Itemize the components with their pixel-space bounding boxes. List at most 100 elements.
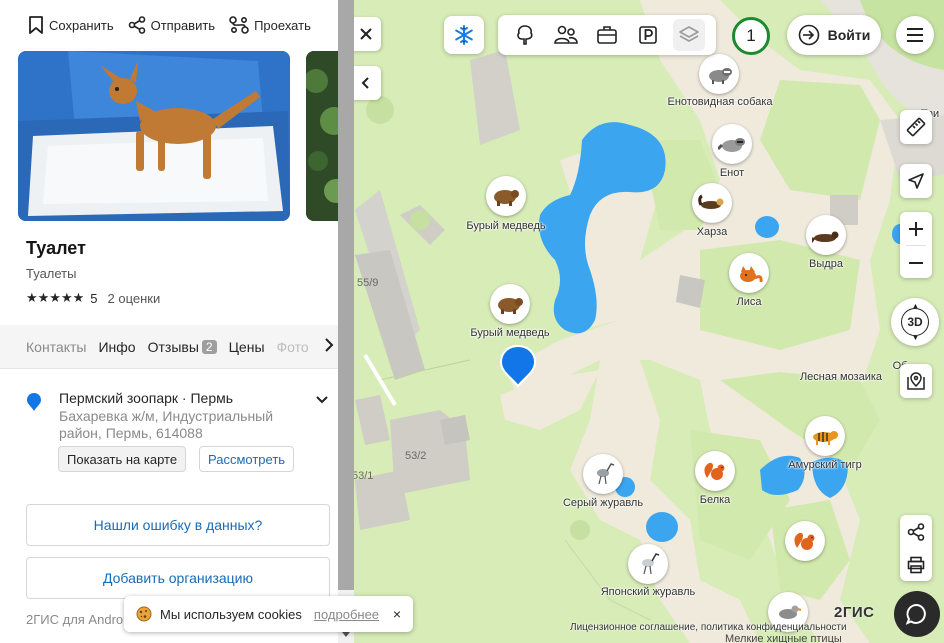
- chevron-down-icon: [316, 396, 328, 404]
- share-icon: [907, 522, 925, 541]
- report-error-button[interactable]: Нашли ошибку в данных?: [26, 504, 330, 546]
- raccoon-marker[interactable]: [712, 124, 752, 164]
- tab-photos[interactable]: Фото: [277, 339, 309, 355]
- building-number: 53/2: [405, 450, 427, 462]
- ruler-button[interactable]: [900, 110, 932, 144]
- cookie-close-button[interactable]: ×: [393, 606, 401, 622]
- scrollbar-down-arrow[interactable]: [342, 632, 350, 637]
- cookie-more-link[interactable]: подробнее: [314, 607, 379, 622]
- login-button[interactable]: Войти: [787, 15, 881, 55]
- minus-icon: [909, 261, 923, 264]
- route-button[interactable]: Проехать: [229, 16, 311, 34]
- chat-bubble-icon: [905, 604, 926, 625]
- show-on-map-button[interactable]: Показать на карте: [58, 446, 187, 472]
- scrollbar-thumb[interactable]: [338, 0, 354, 590]
- tab-reviews[interactable]: Отзывы 2: [148, 339, 217, 355]
- map-label-otter: Выдра: [809, 258, 843, 270]
- japanese-crane-marker[interactable]: [628, 544, 668, 584]
- plus-icon: [909, 221, 923, 236]
- tab-prices[interactable]: Цены: [229, 339, 265, 355]
- save-button[interactable]: Сохранить: [28, 16, 114, 34]
- share-map-button[interactable]: [900, 515, 932, 548]
- place-rating[interactable]: ★★★★★ 5 2 оценки: [26, 290, 160, 306]
- app-promo-text[interactable]: 2ГИС для Android: [26, 612, 133, 627]
- tabs-scroll-right[interactable]: [324, 338, 334, 355]
- print-button[interactable]: [900, 548, 932, 581]
- people-icon: [553, 25, 578, 44]
- tab-info[interactable]: Инфо: [98, 339, 135, 355]
- zoom-in-button[interactable]: [900, 212, 932, 245]
- route-label: Проехать: [254, 17, 311, 33]
- kharza-marker[interactable]: [692, 183, 732, 223]
- license-link[interactable]: Лицензионное соглашение, политика конфид…: [570, 622, 847, 633]
- share-icon: [128, 16, 145, 34]
- raccoon-dog-icon: [709, 68, 732, 84]
- map-label-small-birds: Мелкие хищные птицы: [725, 633, 842, 643]
- bear-icon: [494, 190, 519, 206]
- 2gis-logo: 2ГИС: [834, 604, 875, 621]
- tab-label: Фото: [276, 338, 309, 355]
- address-primary: Пермский зоопарк · Пермь: [59, 390, 234, 406]
- photo-dog-on-pad: [18, 51, 290, 221]
- raccoon-dog-marker[interactable]: [699, 54, 739, 94]
- layer-parking-button[interactable]: [632, 19, 664, 51]
- layer-people-button[interactable]: [550, 19, 582, 51]
- brown-bear-marker[interactable]: [490, 284, 530, 324]
- my-location-button[interactable]: [900, 164, 932, 198]
- selected-location-pin[interactable]: [499, 344, 537, 388]
- address-secondary: Бахаревка ж/м, Индустриальный район, Пер…: [59, 408, 274, 441]
- fox-marker[interactable]: [729, 253, 769, 293]
- winter-mode-button[interactable]: [444, 16, 484, 54]
- otter-icon: [812, 231, 839, 243]
- chat-button[interactable]: [894, 591, 940, 637]
- panel-scrollbar[interactable]: [338, 0, 354, 643]
- floor-selector[interactable]: 1: [732, 17, 770, 55]
- otter-marker[interactable]: [806, 215, 846, 255]
- crane-icon: [597, 463, 615, 485]
- grey-crane-marker[interactable]: [583, 454, 623, 494]
- layer-business-button[interactable]: [591, 19, 623, 51]
- map-label-raccoon-dog: Енотовидная собака: [667, 96, 773, 108]
- send-button[interactable]: Отправить: [128, 16, 215, 34]
- tiger-icon: [813, 431, 838, 445]
- collapse-panel-button[interactable]: [351, 66, 381, 100]
- place-photo-next[interactable]: [306, 51, 338, 221]
- amur-tiger-marker[interactable]: [805, 416, 845, 456]
- layers-button[interactable]: [673, 19, 706, 51]
- 3d-toggle-button[interactable]: ▲ 3D ▼: [891, 298, 939, 346]
- rating-stars: ★★★★★: [26, 290, 85, 305]
- layer-attractions-button[interactable]: [509, 19, 541, 51]
- close-panel-button[interactable]: [351, 17, 381, 51]
- map-layers-toolbar: [498, 15, 716, 55]
- bear-icon: [498, 298, 523, 314]
- close-icon: [360, 28, 372, 40]
- map-label-fox: Лиса: [736, 296, 762, 308]
- squirrel-marker[interactable]: [785, 521, 825, 561]
- zoom-controls: [900, 212, 932, 278]
- map-pin-list-button[interactable]: [900, 364, 932, 398]
- tab-label: Цены: [228, 338, 265, 355]
- map-label-amur-tiger: Амурский тигр: [788, 459, 862, 471]
- zoom-out-button[interactable]: [900, 246, 932, 279]
- location-pin-icon: [27, 393, 41, 411]
- main-menu-button[interactable]: [896, 16, 934, 54]
- cookie-text: Мы используем cookies: [160, 606, 302, 622]
- place-category: Туалеты: [26, 266, 77, 281]
- map-label-raccoon: Енот: [719, 167, 745, 179]
- place-photo[interactable]: [18, 51, 290, 221]
- login-icon: [798, 24, 819, 46]
- address-expand[interactable]: [316, 392, 328, 407]
- building-number: 55/9: [357, 277, 379, 289]
- tab-contacts[interactable]: Контакты: [26, 339, 86, 355]
- chevron-right-icon: [325, 338, 334, 352]
- brown-bear-marker[interactable]: [486, 176, 526, 216]
- squirrel-marker[interactable]: [695, 451, 735, 491]
- save-label: Сохранить: [49, 17, 114, 33]
- squirrel-icon: [704, 462, 725, 480]
- bookmark-icon: [29, 16, 43, 34]
- look-closer-button[interactable]: Рассмотреть: [199, 446, 295, 472]
- share-print-controls: [900, 515, 932, 581]
- add-organization-button[interactable]: Добавить организацию: [26, 557, 330, 599]
- place-actions: Сохранить Отправить Проехать: [28, 16, 311, 34]
- photo-forest: [306, 51, 338, 221]
